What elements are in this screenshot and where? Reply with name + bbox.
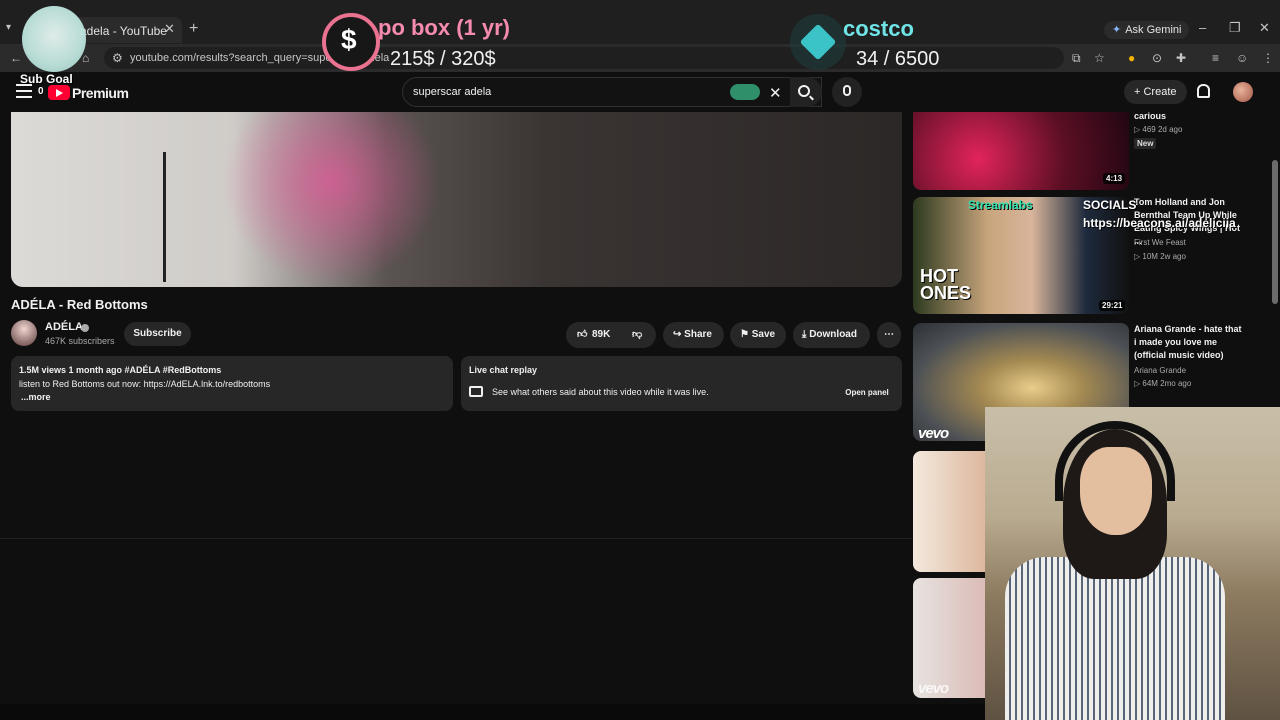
duration-badge: 4:13 (1103, 173, 1126, 184)
create-button[interactable]: + Create (1124, 80, 1187, 104)
tab-title: adela - YouTube (80, 24, 167, 38)
dollar-icon: $ (341, 24, 357, 55)
profile-icon[interactable]: ☺ (1236, 51, 1248, 65)
recommended-title[interactable]: Ariana Grande - hate that i made you lov… (1134, 323, 1246, 362)
socials-link: https://beacons.ai/adeliciia (1083, 216, 1236, 230)
search-icon[interactable] (798, 85, 810, 97)
recommended-meta: ▷ 469 2d ago (1134, 125, 1183, 134)
duration-badge: 29:21 (1099, 300, 1126, 311)
recommended-meta: ▷ 10M 2w ago (1134, 252, 1186, 261)
vevo-logo: vevo (918, 425, 949, 442)
site-info-icon[interactable]: ⚙ (112, 51, 123, 65)
subscribe-button[interactable]: Subscribe (124, 322, 191, 346)
thumbs-down-icon[interactable]: 👎︎ (632, 322, 642, 348)
webcam-shirt (1005, 557, 1225, 720)
download-button[interactable]: ⤓ Download (793, 322, 870, 348)
clear-search-icon[interactable]: ✕ (769, 84, 782, 102)
more-actions-icon[interactable]: ⋯ (877, 322, 901, 348)
video-frame-hair (221, 112, 441, 287)
maximize-icon[interactable]: ❐ (1229, 20, 1241, 36)
sub-goal-count: 0 (38, 86, 44, 97)
channel-name[interactable]: ADÉLA (45, 321, 83, 333)
extension-icon[interactable]: ⊙ (1152, 51, 1162, 65)
hamburger-menu-icon[interactable] (16, 84, 32, 98)
share-button[interactable]: ↪ Share (663, 322, 724, 348)
recommended-title[interactable]: carious (1134, 110, 1246, 123)
extension-badge-icon[interactable] (730, 84, 760, 100)
hot-ones-thumbnail-text: HOT ONES (920, 266, 972, 303)
share-label: Share (684, 329, 712, 340)
goal-progress: 215$ / 320$ (390, 48, 496, 70)
recommended-thumbnail[interactable] (913, 112, 1129, 190)
verified-icon (81, 324, 89, 332)
new-tab-button[interactable]: + (189, 20, 198, 38)
video-title: ADÉLA - Red Bottoms (11, 297, 148, 312)
gemini-icon: ✦ (1112, 24, 1122, 36)
reading-list-icon[interactable]: ≡ (1212, 51, 1219, 65)
notifications-bell-icon[interactable] (1197, 84, 1210, 98)
extension-icon[interactable]: ● (1128, 51, 1135, 65)
chrome-menu-icon[interactable]: ⋮ (1262, 51, 1274, 65)
socials-label: SOCIALS (1083, 198, 1137, 212)
save-label: Save (751, 329, 776, 340)
new-badge: New (1134, 138, 1157, 149)
channel-avatar[interactable] (11, 320, 37, 346)
home-icon[interactable]: ⌂ (82, 51, 89, 65)
youtube-premium-logo[interactable]: Premium (72, 85, 129, 101)
tab-search-icon[interactable]: ▾ (6, 22, 11, 33)
goal-title: costco (843, 16, 914, 41)
vevo-logo: vevo (918, 680, 949, 697)
microphone-icon[interactable] (843, 85, 851, 96)
minimize-icon[interactable]: – (1199, 20, 1206, 35)
tab-close-icon[interactable]: ✕ (164, 21, 175, 37)
search-query[interactable]: superscar adela (413, 86, 491, 98)
chat-replay-text: See what others said about this video wh… (492, 387, 709, 397)
extensions-puzzle-icon[interactable]: ✚ (1176, 51, 1186, 65)
bottom-strip (0, 704, 985, 720)
headset-icon (1055, 421, 1175, 501)
view-stats: 1.5M views 1 month ago #ADÉLA #RedBottom… (19, 365, 222, 375)
like-button[interactable]: 👍︎ 89K 👎︎ (566, 322, 656, 348)
create-label: Create (1143, 86, 1177, 98)
description-text[interactable]: listen to Red Bottoms out now: https://A… (19, 379, 270, 389)
ask-gemini-label: Ask Gemini (1125, 24, 1182, 36)
goal-title: po box (1 yr) (378, 15, 511, 40)
recommended-channel[interactable]: Ariana Grande (1134, 366, 1186, 375)
description-more-link[interactable]: ...more (21, 392, 51, 402)
video-player[interactable] (11, 112, 902, 287)
window-close-icon[interactable]: ✕ (1259, 20, 1270, 36)
subscriber-count: 467K subscribers (45, 336, 115, 346)
webcam-overlay (985, 407, 1280, 720)
youtube-logo-icon[interactable] (48, 85, 70, 100)
bookmark-icon: ⚑ (740, 329, 752, 340)
chat-replay-title: Live chat replay (469, 365, 538, 375)
install-icon[interactable]: ⧉ (1072, 51, 1081, 66)
scrollbar-thumb[interactable] (1272, 160, 1278, 304)
divider (0, 538, 912, 539)
recommended-channel[interactable]: First We Feast (1134, 238, 1186, 247)
open-panel-button[interactable]: Open panel (838, 384, 896, 402)
streamlabs-label: Streamlabs (968, 198, 1033, 212)
ask-gemini-button[interactable]: ✦ Ask Gemini (1104, 21, 1190, 39)
download-label: Download (809, 329, 857, 340)
thumbs-up-icon: 👍︎ (577, 329, 588, 340)
account-avatar[interactable] (1233, 82, 1253, 102)
recommended-meta: ▷ 64M 2mo ago (1134, 379, 1192, 388)
sub-goal-label: Sub Goal (20, 72, 73, 86)
save-button[interactable]: ⚑ Save (730, 322, 786, 348)
share-icon: ↪ (673, 329, 685, 340)
like-count: 89K (592, 329, 611, 340)
mascot-overlay (22, 6, 86, 72)
chat-icon (469, 386, 483, 397)
bookmark-star-icon[interactable]: ☆ (1094, 51, 1105, 65)
back-icon[interactable]: ← (10, 51, 22, 65)
video-frame-stand (163, 152, 166, 282)
goal-progress: 34 / 6500 (856, 48, 940, 70)
